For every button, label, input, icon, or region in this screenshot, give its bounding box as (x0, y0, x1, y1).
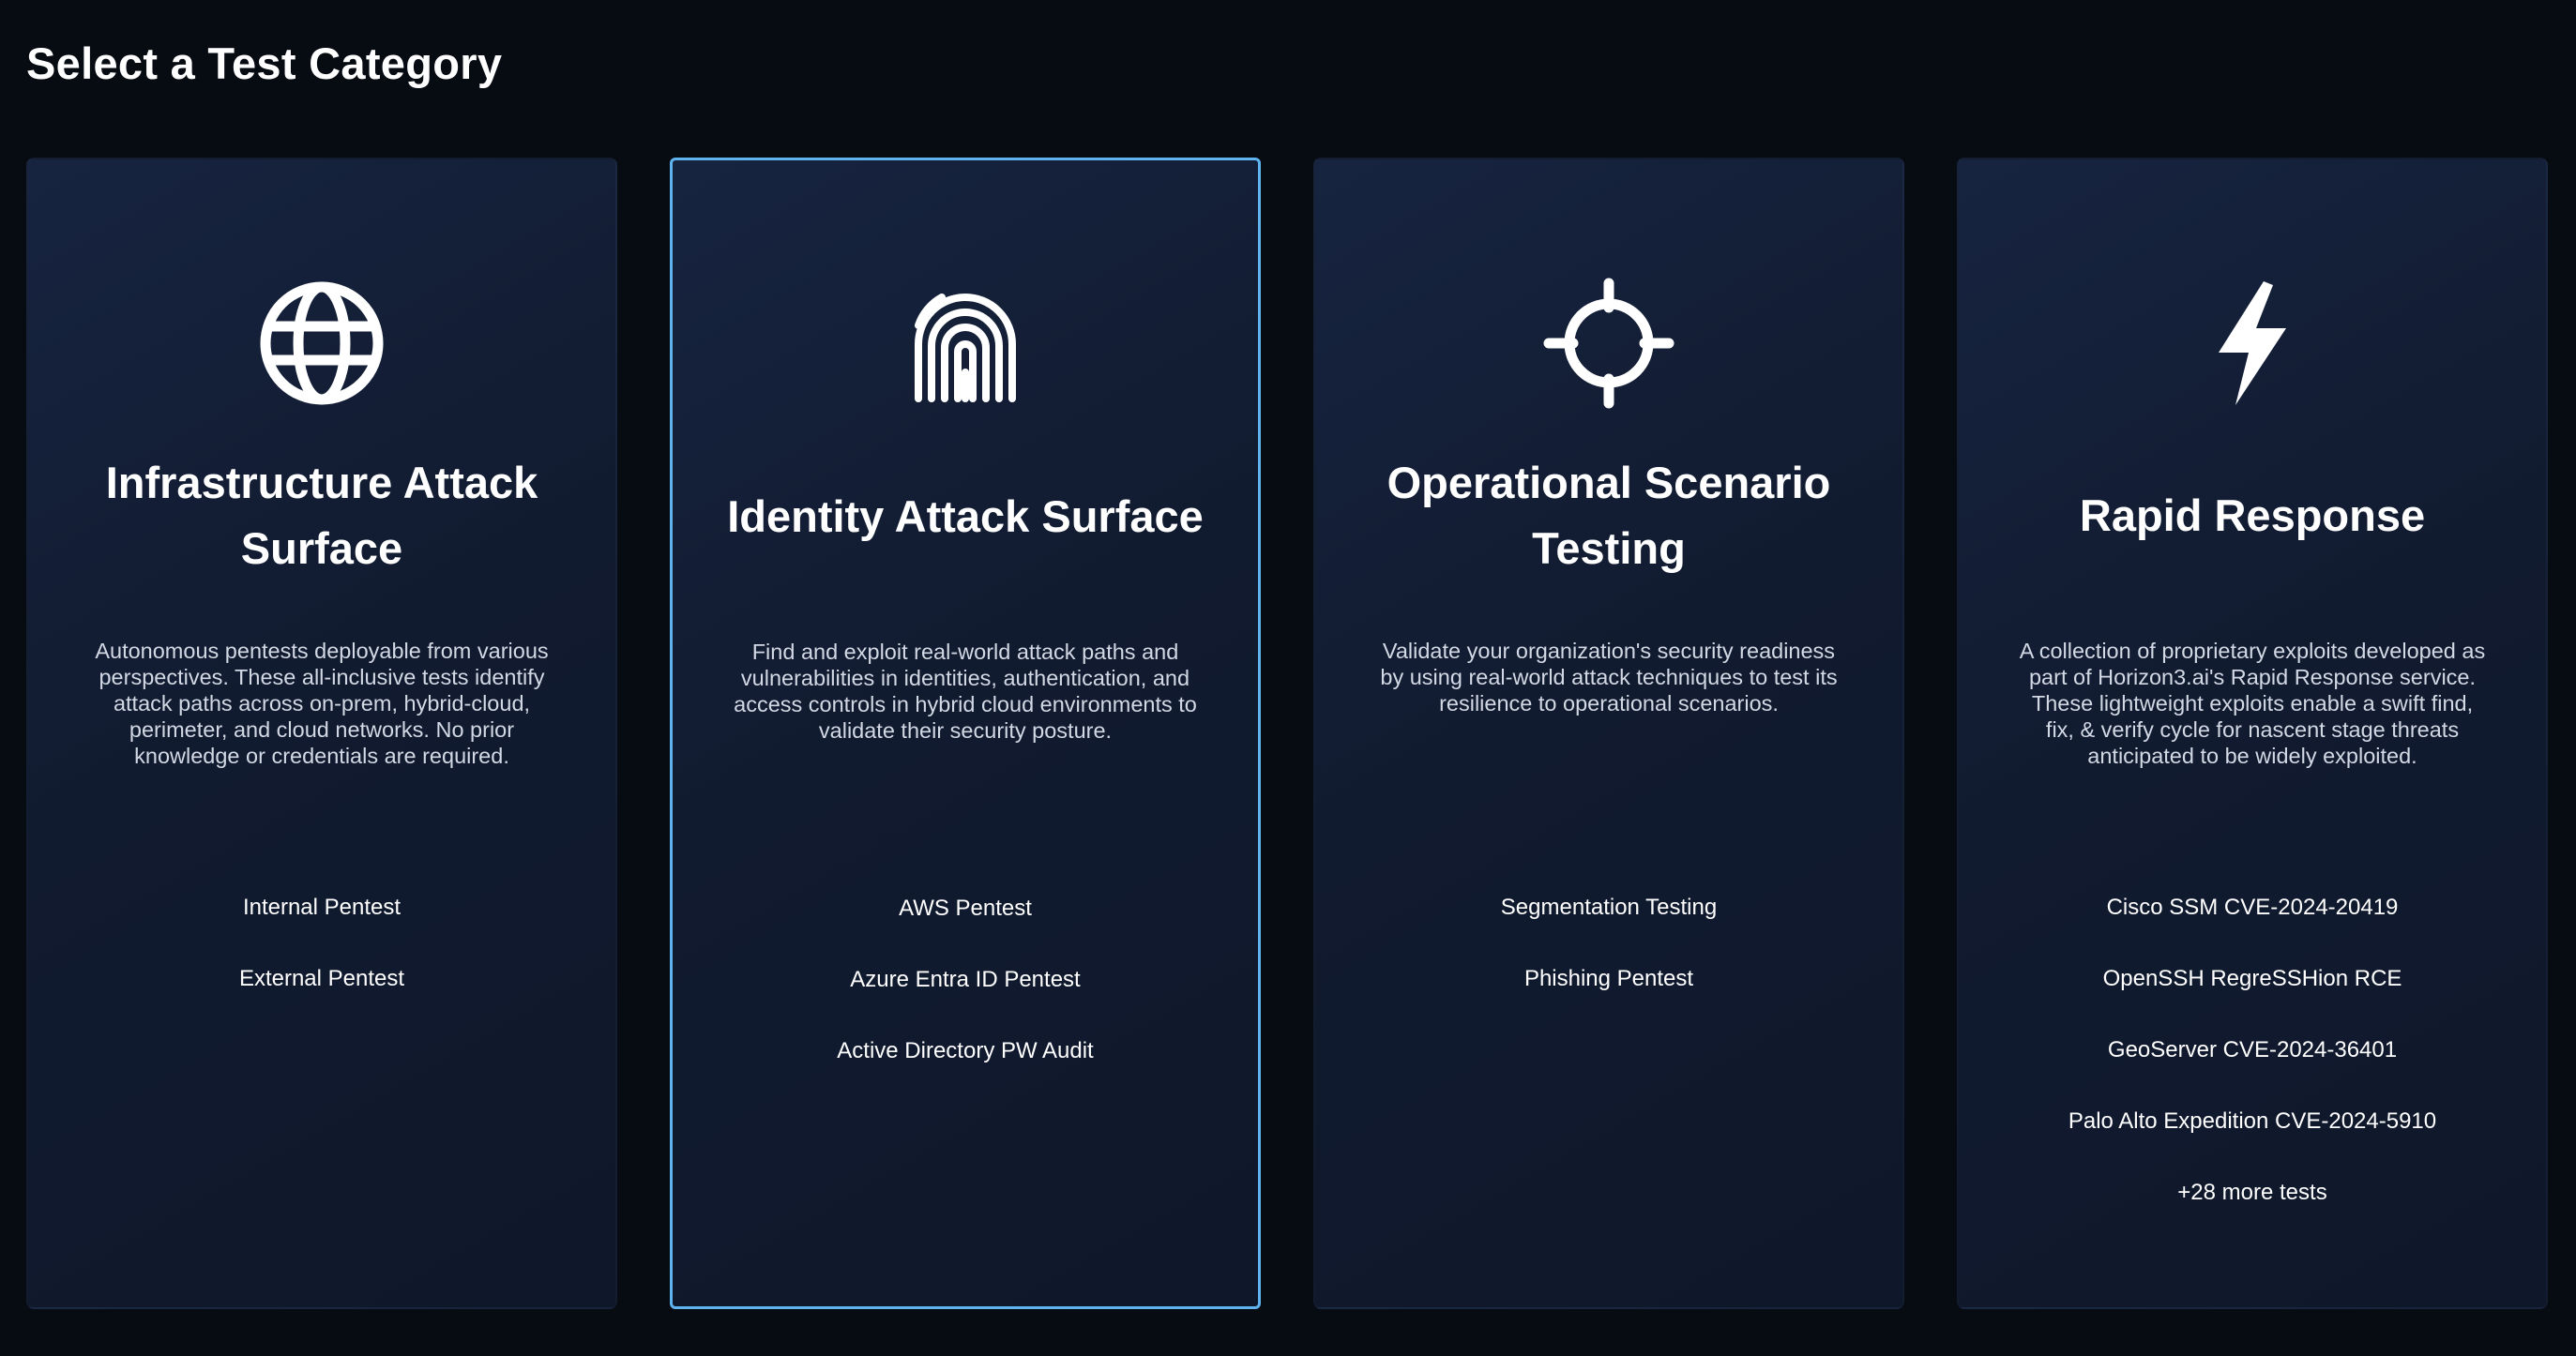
test-item[interactable]: Cisco SSM CVE-2024-20419 (1977, 872, 2527, 943)
test-item[interactable]: Active Directory PW Audit (691, 1016, 1239, 1087)
card-operational-scenario-testing[interactable]: Operational Scenario Testing Validate yo… (1313, 158, 1904, 1309)
test-item[interactable]: Palo Alto Expedition CVE-2024-5910 (1977, 1086, 2527, 1157)
test-list: Segmentation Testing Phishing Pentest (1334, 872, 1884, 1015)
fingerprint-icon (900, 279, 1031, 410)
card-description: Autonomous pentests deployable from vari… (95, 639, 549, 768)
card-description: Validate your organization's security re… (1380, 639, 1838, 716)
test-list: Internal Pentest External Pentest (47, 872, 597, 1015)
card-infrastructure-attack-surface[interactable]: Infrastructure Attack Surface Autonomous… (26, 158, 617, 1309)
test-item[interactable]: Segmentation Testing (1334, 872, 1884, 943)
card-title: Infrastructure Attack Surface (105, 458, 538, 573)
test-category-page: Select a Test Category Infrastructure At… (0, 0, 2576, 1356)
card-rapid-response[interactable]: Rapid Response A collection of proprieta… (1957, 158, 2548, 1309)
test-item[interactable]: Azure Entra ID Pentest (691, 944, 1239, 1016)
card-identity-attack-surface[interactable]: Identity Attack Surface Find and exploit… (670, 158, 1261, 1309)
lightning-icon (2187, 278, 2318, 409)
test-item[interactable]: GeoServer CVE-2024-36401 (1977, 1015, 2527, 1086)
category-cards: Infrastructure Attack Surface Autonomous… (26, 158, 2550, 1309)
card-description: Find and exploit real-world attack paths… (734, 640, 1197, 743)
globe-icon (256, 278, 387, 409)
test-item[interactable]: Internal Pentest (47, 872, 597, 943)
test-item[interactable]: AWS Pentest (691, 873, 1239, 944)
test-list: Cisco SSM CVE-2024-20419 OpenSSH RegreSS… (1977, 872, 2527, 1228)
test-list: AWS Pentest Azure Entra ID Pentest Activ… (691, 873, 1239, 1087)
page-title: Select a Test Category (26, 38, 503, 88)
more-tests-link[interactable]: +28 more tests (1977, 1157, 2527, 1228)
crosshair-icon (1543, 278, 1674, 409)
card-title: Operational Scenario Testing (1386, 458, 1831, 573)
test-item[interactable]: Phishing Pentest (1334, 943, 1884, 1015)
card-title: Rapid Response (2079, 490, 2426, 540)
test-item[interactable]: OpenSSH RegreSSHion RCE (1977, 943, 2527, 1015)
test-item[interactable]: External Pentest (47, 943, 597, 1015)
card-title: Identity Attack Surface (727, 491, 1204, 541)
card-description: A collection of proprietary exploits dev… (2019, 639, 2486, 768)
